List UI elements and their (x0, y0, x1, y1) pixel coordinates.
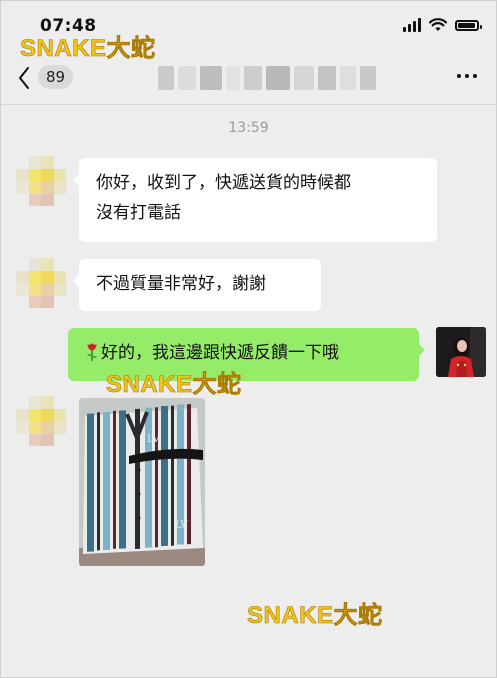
jacket-photo[interactable]: LV LV (79, 398, 205, 566)
contact-avatar[interactable] (16, 156, 66, 206)
svg-text:LV: LV (175, 520, 188, 531)
unread-count-badge[interactable]: 89 (38, 65, 74, 89)
message-bubble-incoming[interactable]: 你好，收到了，快遞送貨的時候都 沒有打電話 (73, 158, 437, 242)
wifi-icon (429, 18, 447, 31)
back-button[interactable] (18, 66, 30, 90)
more-dots-icon (457, 74, 461, 78)
status-time: 07:48 (40, 16, 97, 36)
profile-photo (436, 327, 486, 377)
my-avatar[interactable] (436, 327, 486, 377)
contact-avatar[interactable] (16, 396, 66, 446)
rose-icon (87, 343, 97, 361)
chevron-left-icon (19, 67, 29, 89)
battery-icon (455, 19, 482, 31)
signal-icon (403, 18, 421, 32)
contact-avatar[interactable] (16, 258, 66, 308)
message-timestamp: 13:59 (228, 120, 269, 136)
message-bubble-incoming[interactable]: 不過質量非常好，謝謝 (73, 259, 321, 311)
message-bubble-outgoing[interactable]: 好的，我這邊跟快遞反饋一下哦 (68, 328, 425, 381)
status-icons (403, 18, 482, 32)
chat-title-redacted (158, 66, 376, 90)
more-options-button[interactable] (457, 74, 477, 78)
nav-divider (0, 104, 497, 105)
svg-text:LV: LV (147, 434, 160, 445)
message-text: 好的，我這邊跟快遞反饋一下哦 (101, 343, 339, 363)
